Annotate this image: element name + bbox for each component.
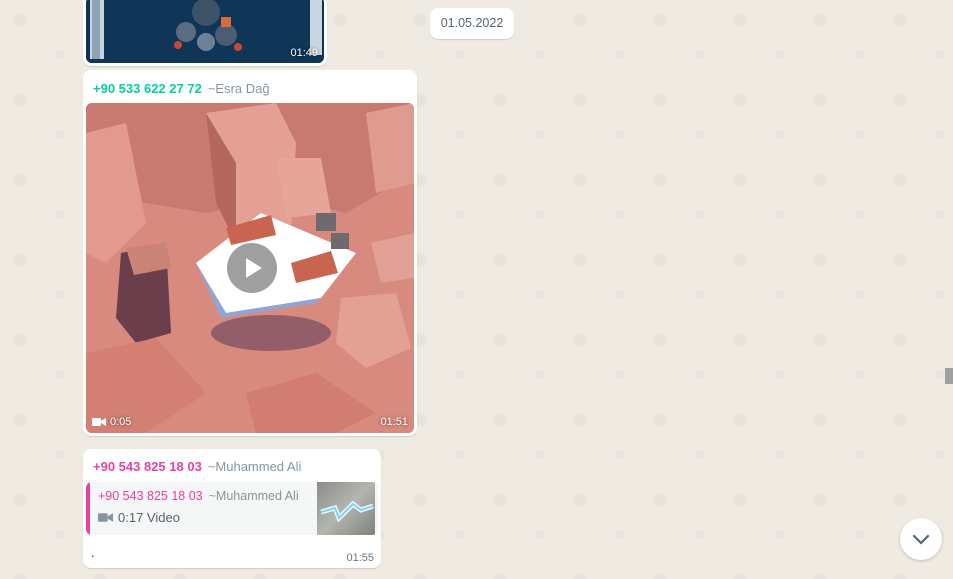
quoted-sender-phone: +90 543 825 18 03 <box>98 489 203 503</box>
quoted-message[interactable]: +90 543 825 18 03 ~Muhammed Ali 0:17 Vide… <box>86 482 378 535</box>
quoted-sender: +90 543 825 18 03 ~Muhammed Ali <box>98 489 299 503</box>
play-button[interactable] <box>227 243 277 293</box>
video-thumbnail[interactable]: 01:49 <box>86 0 324 63</box>
message-sender: +90 543 825 18 03 ~Muhammed Ali <box>93 459 301 474</box>
scroll-to-bottom-button[interactable] <box>900 518 942 560</box>
duration-text: 0:05 <box>110 416 132 428</box>
scrollbar-thumb[interactable] <box>945 368 953 384</box>
quoted-video-thumbnail <box>317 482 375 535</box>
message-video-2[interactable]: +90 533 622 27 72 ~Esra Dağ 0:05 01:51 <box>83 70 417 436</box>
quoted-sender-name: ~Muhammed Ali <box>208 489 299 503</box>
quoted-thumbnail-art <box>320 500 374 523</box>
message-video-1[interactable]: 01:49 <box>83 0 327 66</box>
message-time: 01:55 <box>346 552 374 564</box>
message-sender: +90 533 622 27 72 ~Esra Dağ <box>93 81 270 96</box>
chevron-down-icon <box>912 534 930 545</box>
sender-phone[interactable]: +90 543 825 18 03 <box>93 459 202 474</box>
quoted-text: 0:17 Video <box>118 510 180 525</box>
quoted-content: 0:17 Video <box>98 510 180 525</box>
video-thumbnail[interactable]: 0:05 01:51 <box>86 103 414 433</box>
message-time: 01:49 <box>290 47 318 59</box>
video-camera-icon <box>98 513 113 522</box>
video-camera-icon <box>92 418 106 426</box>
sender-name: ~Muhammed Ali <box>207 459 302 474</box>
quote-accent-bar <box>86 482 90 535</box>
video-thumbnail-art <box>86 0 324 63</box>
message-reply[interactable]: +90 543 825 18 03 ~Muhammed Ali +90 543 8… <box>83 449 381 568</box>
video-duration: 0:05 <box>92 416 131 428</box>
sender-name: ~Esra Dağ <box>207 81 270 96</box>
message-time: 01:51 <box>380 416 408 428</box>
sender-phone[interactable]: +90 533 622 27 72 <box>93 81 202 96</box>
date-divider: 01.05.2022 <box>430 8 514 39</box>
message-text: . <box>91 545 95 560</box>
